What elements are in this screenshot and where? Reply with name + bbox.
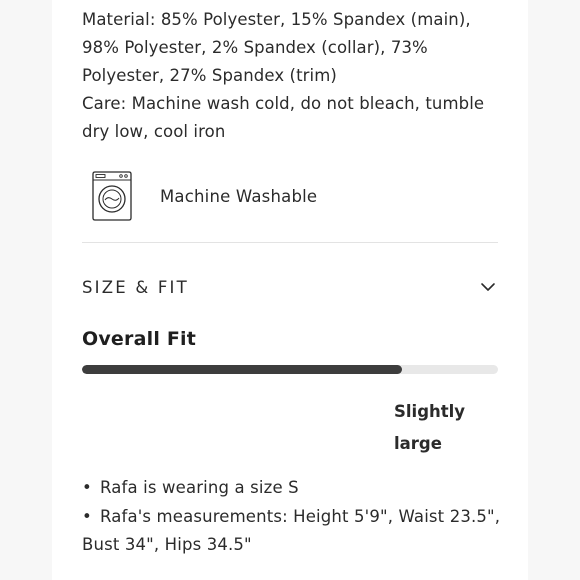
model-measurements-text-cont: Bust 34", Hips 34.5" [82,535,252,554]
material-care-text: Material: 85% Polyester, 15% Spandex (ma… [82,6,502,146]
material-line-3: Polyester, 27% Spandex (trim) [82,66,337,85]
bullet-glyph: • [82,506,92,526]
care-line-1: Care: Machine wash cold, do not bleach, … [82,94,485,113]
model-info-list: • Rafa is wearing a size S • Rafa's measur… [82,474,502,560]
model-measurements-text: Rafa's measurements: Height 5'9", Waist … [100,506,501,526]
size-fit-heading: SIZE & FIT [82,277,189,297]
size-fit-accordion-toggle[interactable]: SIZE & FIT [82,270,498,304]
fit-label-line-1: Slightly [394,402,466,421]
list-item: • Rafa is wearing a size S [82,474,502,503]
bullet-glyph: • [82,478,92,497]
machine-washable-badge: Machine Washable [90,168,490,224]
machine-washable-label: Machine Washable [160,186,318,206]
fit-label-line-2: large [394,434,442,453]
section-divider [82,242,498,243]
care-line-2: dry low, cool iron [82,122,226,141]
overall-fit-bar-fill [82,365,403,374]
list-item: • Rafa's measurements: Height 5'9", Waist… [82,503,502,560]
overall-fit-bar [82,365,498,374]
model-size-text: Rafa is wearing a size S [100,478,299,497]
material-line-2: 98% Polyester, 2% Spandex (collar), 73% [82,38,428,57]
material-line-1: Material: 85% Polyester, 15% Spandex (ma… [82,10,471,29]
overall-fit-label: Slightly large [394,396,494,460]
overall-fit-title: Overall Fit [82,328,197,350]
chevron-down-icon[interactable] [480,282,496,292]
washing-machine-icon [92,171,132,221]
